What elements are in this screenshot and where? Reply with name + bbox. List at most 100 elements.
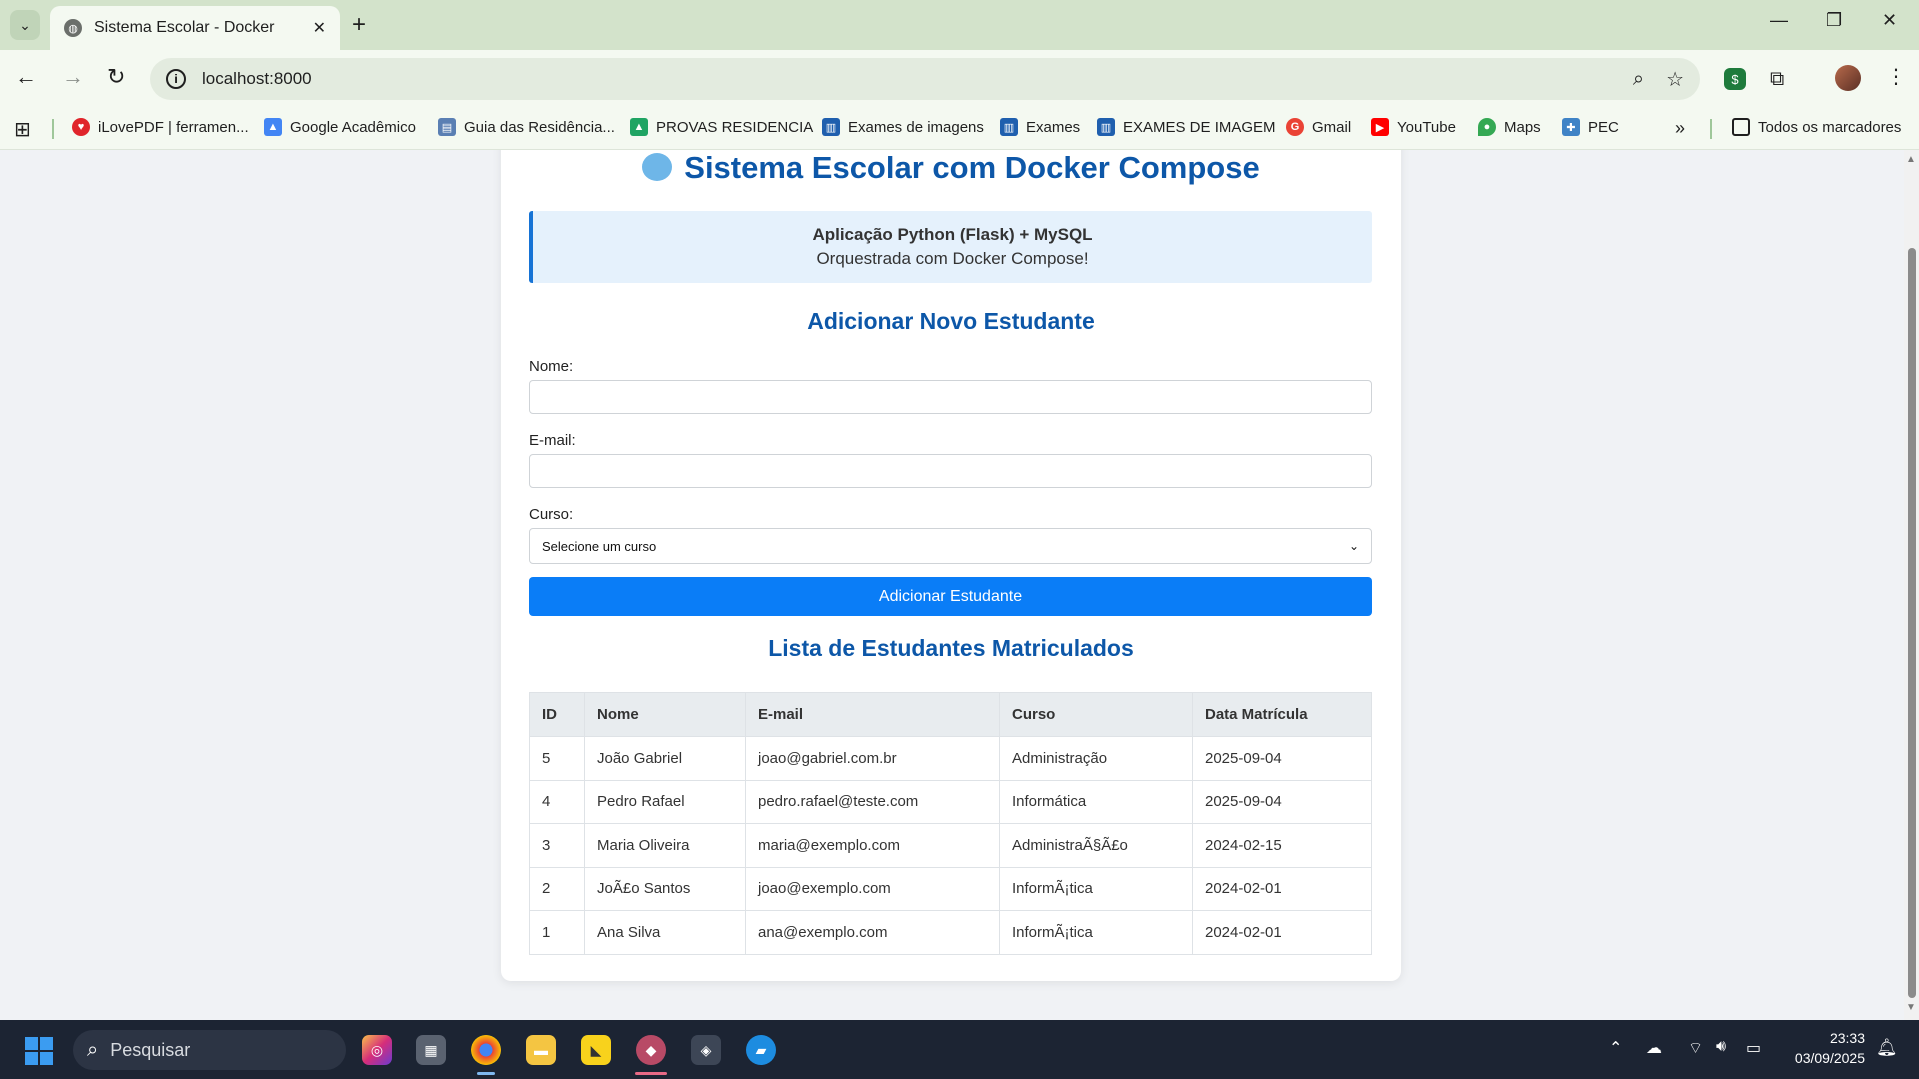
table-row: 1 Ana Silva ana@exemplo.com InformÃ¡tica… [529, 910, 1372, 955]
drive-icon: ▲ [630, 118, 648, 136]
reload-icon: ↻ [107, 64, 126, 89]
cell-data: 2024-02-01 [1192, 910, 1372, 955]
cell-data: 2025-09-04 [1192, 779, 1372, 824]
column-header-data-matricula: Data Matrícula [1192, 692, 1372, 737]
calculator-icon[interactable]: ▦ [416, 1035, 446, 1065]
apps-grid-icon[interactable]: ⊞ [14, 117, 31, 142]
battery-icon[interactable]: ▭ [1746, 1038, 1761, 1058]
docker-icon[interactable]: ▰ [746, 1035, 776, 1065]
scroll-down-arrow-icon[interactable]: ▼ [1906, 1002, 1916, 1013]
add-student-button[interactable]: Adicionar Estudante [529, 577, 1372, 616]
cell-curso: AdministraÃ§Ã£o [999, 823, 1193, 868]
star-icon[interactable]: ☆ [1666, 67, 1684, 92]
cell-nome: Pedro Rafael [584, 779, 746, 824]
heart-icon: ♥ [72, 118, 90, 136]
cell-curso: Informática [999, 779, 1193, 824]
course-select[interactable]: Selecione um curso ⌄ [529, 528, 1372, 564]
cell-nome: Maria Oliveira [584, 823, 746, 868]
column-header-id: ID [529, 692, 585, 737]
bookmark-pec[interactable]: ✚ PEC [1562, 118, 1619, 136]
clock-time: 23:33 [1829, 1030, 1865, 1046]
all-bookmarks-folder[interactable]: Todos os marcadores [1732, 118, 1901, 136]
window-close-button[interactable]: ✕ [1882, 10, 1897, 31]
bookmark-google-academico[interactable]: ▲ Google Acadêmico [264, 118, 416, 136]
info-line-2: Orquestrada com Docker Compose! [816, 249, 1089, 268]
students-table: ID Nome E-mail Curso Data Matrícula 5 Jo… [529, 692, 1372, 955]
onedrive-cloud-icon[interactable]: ☁ [1646, 1038, 1662, 1058]
notification-bell-icon[interactable]: 🔔︎ [1876, 1038, 1898, 1058]
bookmark-separator [52, 119, 54, 139]
puzzle-icon[interactable]: ⧉ [1770, 68, 1784, 91]
bookmark-ilovepdf[interactable]: ♥ iLovePDF | ferramen... [72, 118, 249, 136]
profile-avatar[interactable] [1835, 65, 1861, 91]
chevron-down-icon: ⌄ [1348, 539, 1359, 553]
wifi-icon[interactable]: ⌔ [1688, 1038, 1703, 1058]
table-row: 4 Pedro Rafael pedro.rafael@teste.com In… [529, 779, 1372, 824]
cell-id: 5 [529, 736, 585, 781]
bookmark-youtube[interactable]: ▶ YouTube [1371, 118, 1456, 136]
info-box: Aplicação Python (Flask) + MySQL Orquest… [529, 211, 1372, 283]
menu-kebab-icon[interactable]: ⋮ [1886, 64, 1906, 89]
cell-nome: JoÃ£o Santos [584, 866, 746, 911]
url-text[interactable]: localhost:8000 [202, 69, 1611, 89]
git-tool-icon[interactable]: ◈ [691, 1035, 721, 1065]
instagram-icon[interactable]: ◎ [362, 1035, 392, 1065]
chrome-icon[interactable] [471, 1035, 501, 1065]
cell-id: 2 [529, 866, 585, 911]
cell-data: 2024-02-01 [1192, 866, 1372, 911]
tab-active[interactable]: ◍ Sistema Escolar - Docker ✕ [50, 6, 340, 50]
clock-date: 03/09/2025 [1794, 1050, 1865, 1066]
back-button[interactable]: ← [15, 64, 37, 90]
bookmark-provas-residencia[interactable]: ▲ PROVAS RESIDENCIA [630, 118, 813, 136]
chevron-up-icon[interactable]: ⌃ [1609, 1038, 1622, 1058]
table-row: 2 JoÃ£o Santos joao@exemplo.com InformÃ¡… [529, 866, 1372, 911]
restore-button[interactable]: ❐ [1826, 10, 1842, 31]
cell-email: maria@exemplo.com [745, 823, 1000, 868]
new-tab-button[interactable]: + [352, 10, 366, 40]
bookmark-gmail[interactable]: G Gmail [1286, 118, 1351, 136]
forward-button[interactable]: → [62, 64, 84, 90]
cell-curso: InformÃ¡tica [999, 866, 1193, 911]
column-header-nome: Nome [584, 692, 746, 737]
globe-icon: ◍ [64, 19, 82, 37]
name-label: Nome: [529, 358, 574, 375]
minimize-button[interactable]: — [1770, 10, 1788, 31]
page-scrollbar[interactable]: ▲ ▼ [1904, 150, 1919, 1020]
extension-icon[interactable]: $ [1724, 68, 1746, 90]
email-label: E-mail: [529, 432, 576, 449]
sticky-notes-icon[interactable]: ◣ [581, 1035, 611, 1065]
file-explorer-icon[interactable]: ▬ [526, 1035, 556, 1065]
name-input[interactable] [529, 380, 1372, 414]
pec-icon: ✚ [1562, 118, 1580, 136]
tab-search-button[interactable]: ⌄ [10, 10, 40, 40]
bookmark-separator [1710, 119, 1712, 139]
course-label: Curso: [529, 506, 574, 523]
chevron-down-icon: ⌄ [19, 16, 31, 33]
volume-icon[interactable]: 🔊︎ [1716, 1038, 1726, 1056]
address-bar[interactable]: i localhost:8000 ⌕ ☆ [150, 58, 1700, 100]
browser-tabbar: ⌄ ◍ Sistema Escolar - Docker ✕ + — ❐ ✕ [0, 0, 1919, 50]
list-section-title: Lista de Estudantes Matriculados [768, 635, 1134, 661]
scrollbar-thumb[interactable] [1908, 248, 1916, 998]
bookmark-exames-de-imagens[interactable]: ▥ Exames de imagens [822, 118, 984, 136]
trello-icon: ▥ [822, 118, 840, 136]
bookmark-guia-residencias[interactable]: ▤ Guia das Residência... [438, 118, 615, 136]
site-info-icon[interactable]: i [166, 69, 186, 89]
cell-id: 1 [529, 910, 585, 955]
taskbar-clock[interactable]: 23:33 03/09/2025 [1785, 1028, 1865, 1068]
browser-toolbar: ← → ↻ i localhost:8000 ⌕ ☆ [0, 50, 1919, 108]
table-row: 3 Maria Oliveira maria@exemplo.com Admin… [529, 823, 1372, 868]
scroll-up-arrow-icon[interactable]: ▲ [1906, 154, 1916, 165]
close-icon[interactable]: ✕ [313, 18, 326, 38]
taskbar-search[interactable]: ⌕ Pesquisar [73, 1030, 346, 1070]
bookmark-exames-de-imagem[interactable]: ▥ EXAMES DE IMAGEM [1097, 118, 1276, 136]
bookmark-maps[interactable]: ● Maps [1478, 118, 1541, 136]
bookmark-exames[interactable]: ▥ Exames [1000, 118, 1080, 136]
windows-start-icon[interactable] [25, 1037, 53, 1065]
brave-icon[interactable]: ◆ [636, 1035, 666, 1065]
reload-button[interactable]: ↻ [107, 64, 125, 90]
whale-icon [642, 152, 673, 181]
email-input[interactable] [529, 454, 1372, 488]
more-bookmarks-button[interactable]: » [1675, 118, 1685, 139]
zoom-icon[interactable]: ⌕ [1633, 68, 1644, 91]
